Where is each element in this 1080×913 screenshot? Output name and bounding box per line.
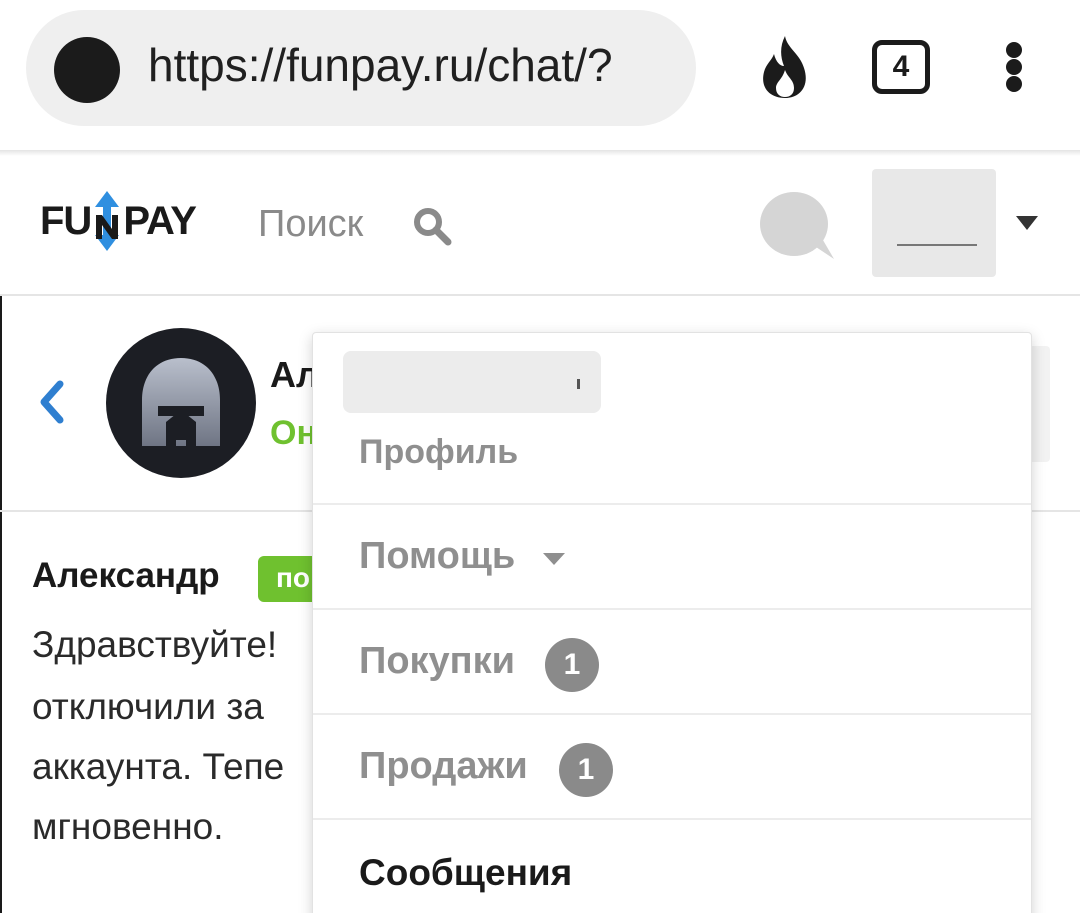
search-label[interactable]: Поиск (258, 203, 363, 246)
tabs-icon[interactable]: 4 (872, 40, 930, 94)
site-favicon-icon[interactable] (54, 37, 120, 103)
url-text[interactable]: https://funpay.ru/chat/? (148, 38, 613, 92)
contact-avatar[interactable] (106, 328, 256, 478)
message-line: отключили за (32, 686, 264, 727)
logo-arrows-icon (95, 191, 120, 251)
search-icon[interactable] (412, 206, 452, 246)
menu-item-sales[interactable]: Продажи 1 (313, 713, 1031, 818)
helmet-icon (142, 358, 220, 446)
username-cursor (577, 379, 580, 389)
logo-text-right: PAY (123, 198, 197, 243)
dropdown-username (343, 351, 601, 413)
message-author[interactable]: Александр (32, 556, 220, 596)
menu-item-profile[interactable]: Профиль (313, 413, 1031, 503)
sales-count-badge: 1 (559, 743, 613, 797)
menu-item-label: Сообщения (359, 852, 573, 893)
funpay-logo[interactable]: FU PAY (40, 186, 197, 256)
menu-item-label: Помощь (359, 535, 516, 577)
purchases-count-badge: 1 (545, 638, 599, 692)
menu-item-help[interactable]: Помощь (313, 503, 1031, 608)
message-line: мгновенно. (32, 806, 224, 847)
tab-count: 4 (892, 50, 910, 83)
user-avatar[interactable] (872, 169, 996, 277)
user-dropdown-menu: Профиль Помощь Покупки 1 Продажи 1 Сообщ… (312, 332, 1032, 913)
logo-text-left: FU (40, 198, 92, 243)
more-vert-icon[interactable] (1002, 42, 1026, 92)
browser-toolbar: https://funpay.ru/chat/? 4 (0, 0, 1080, 152)
menu-item-purchases[interactable]: Покупки 1 (313, 608, 1031, 713)
caret-down-icon (543, 553, 565, 565)
menu-item-label: Продажи (359, 745, 528, 787)
chat-bubble-icon[interactable] (758, 191, 838, 261)
message-line: Здравствуйте! (32, 624, 278, 665)
fire-icon[interactable] (756, 34, 814, 100)
site-header: FU PAY Поиск (0, 156, 1080, 296)
message-line: аккаунта. Тепе (32, 746, 285, 787)
menu-item-label: Покупки (359, 640, 516, 682)
back-chevron-icon[interactable] (36, 380, 66, 424)
contact-status: Он (270, 414, 317, 452)
user-name-placeholder (897, 244, 977, 246)
caret-down-icon[interactable] (1016, 216, 1038, 230)
menu-item-label: Профиль (359, 433, 519, 471)
menu-item-messages[interactable]: Сообщения (313, 818, 1031, 913)
